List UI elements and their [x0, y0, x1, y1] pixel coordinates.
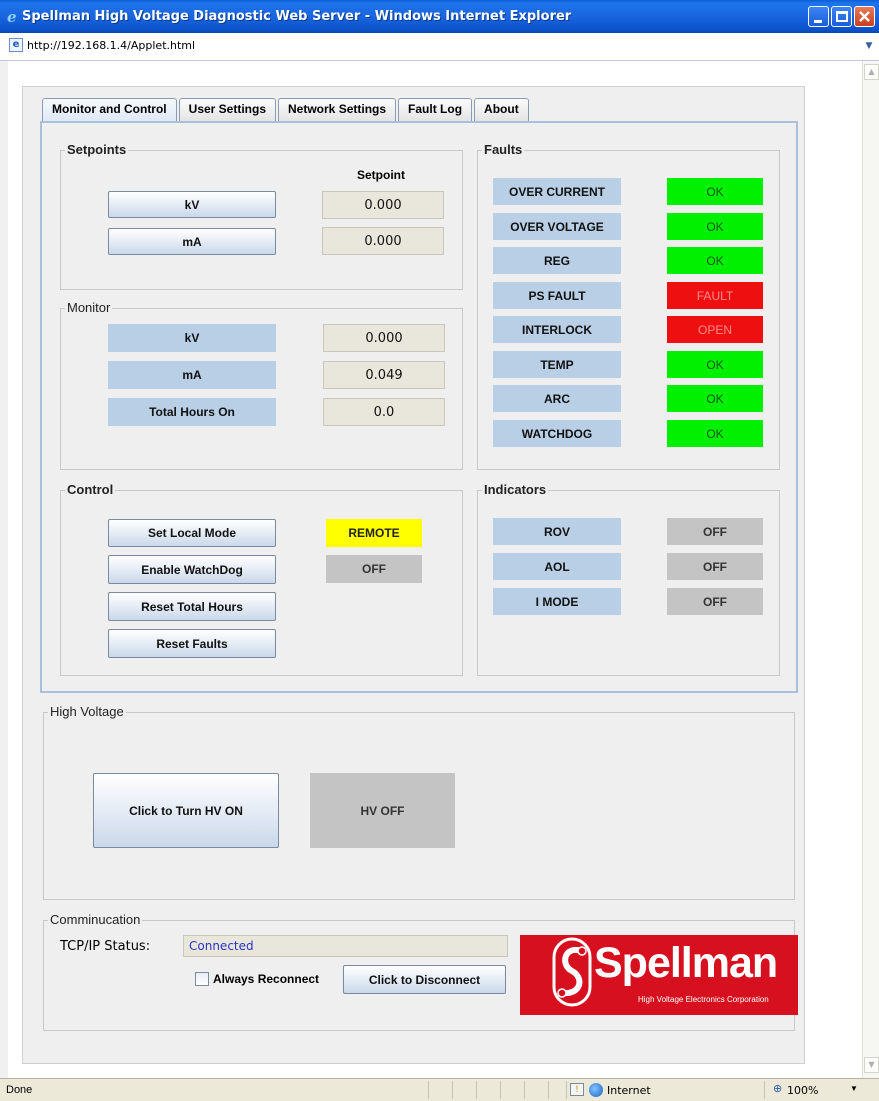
tab-user-settings[interactable]: User Settings	[178, 98, 277, 121]
fault-status: FAULT	[667, 282, 763, 309]
setpoint-column-header: Setpoint	[357, 168, 405, 182]
warning-icon[interactable]: !	[570, 1083, 584, 1096]
indicator-rov-label: ROV	[493, 518, 621, 545]
fault-status: OK	[667, 351, 763, 378]
communication-title: Comminucation	[48, 912, 143, 927]
address-url[interactable]: http://192.168.1.4/Applet.html	[27, 39, 195, 52]
tab-network-settings[interactable]: Network Settings	[278, 98, 397, 121]
monitor-kv-label: kV	[108, 324, 276, 352]
tab-bar: Monitor and Control User Settings Networ…	[42, 98, 531, 122]
logo-name: Spellman	[594, 939, 778, 987]
indicator-imode-label: I MODE	[493, 588, 621, 615]
set-local-mode-button[interactable]: Set Local Mode	[108, 519, 276, 547]
zone-cell: ! Internet	[566, 1081, 764, 1099]
svg-text:e: e	[7, 9, 17, 24]
close-button[interactable]	[854, 6, 875, 27]
reset-faults-button[interactable]: Reset Faults	[108, 629, 276, 658]
tcp-status-field: Connected	[183, 935, 508, 957]
setpoints-title: Setpoints	[65, 142, 129, 157]
status-cell	[476, 1081, 498, 1099]
fault-label: OVER VOLTAGE	[493, 213, 621, 240]
page-icon: e	[9, 38, 23, 52]
tcp-status-label: TCP/IP Status:	[60, 939, 151, 954]
fault-status: OPEN	[667, 316, 763, 343]
fault-status: OK	[667, 247, 763, 274]
fault-label: ARC	[493, 385, 621, 412]
high-voltage-title: High Voltage	[48, 704, 126, 719]
fault-status: OK	[667, 420, 763, 447]
tcp-status-value: Connected	[189, 939, 254, 953]
status-bar: Done ! Internet ⊕ 100% ▼	[0, 1078, 879, 1101]
fault-label: REG	[493, 247, 621, 274]
indicator-aol-status: OFF	[667, 553, 763, 580]
kv-setpoint-value: 0.000	[322, 191, 444, 219]
tab-about[interactable]: About	[474, 98, 529, 121]
faults-title: Faults	[482, 142, 525, 157]
ma-setpoint-button[interactable]: mA	[108, 228, 276, 255]
fault-status: OK	[667, 213, 763, 240]
kv-setpoint-button[interactable]: kV	[108, 191, 276, 218]
ma-setpoint-value: 0.000	[322, 227, 444, 255]
logo-tagline: High Voltage Electronics Corporation	[638, 995, 769, 1004]
enable-watchdog-button[interactable]: Enable WatchDog	[108, 555, 276, 584]
monitor-kv-value: 0.000	[323, 324, 445, 352]
monitor-title: Monitor	[65, 300, 113, 315]
always-reconnect-checkbox[interactable]	[195, 972, 209, 986]
monitor-total-hours-label: Total Hours On	[108, 398, 276, 426]
fault-label: WATCHDOG	[493, 420, 621, 447]
maximize-button[interactable]	[831, 6, 852, 27]
fault-label: OVER CURRENT	[493, 178, 621, 205]
status-text: Done	[6, 1084, 33, 1096]
indicator-rov-status: OFF	[667, 518, 763, 545]
fault-status: OK	[667, 178, 763, 205]
always-reconnect-label[interactable]: Always Reconnect	[213, 972, 319, 986]
scroll-up-icon[interactable]: ▲	[864, 64, 879, 80]
status-cell	[524, 1081, 546, 1099]
reset-total-hours-button[interactable]: Reset Total Hours	[108, 592, 276, 621]
fault-label: PS FAULT	[493, 282, 621, 309]
mode-status-badge: REMOTE	[326, 519, 422, 547]
status-cell	[548, 1081, 566, 1099]
monitor-ma-label: mA	[108, 361, 276, 389]
spellman-logo: Spellman High Voltage Electronics Corpor…	[520, 935, 798, 1015]
zoom-level[interactable]: 100%	[787, 1084, 818, 1097]
control-title: Control	[65, 482, 116, 497]
fault-status: OK	[667, 385, 763, 412]
watchdog-status-badge: OFF	[326, 555, 422, 583]
scroll-down-icon[interactable]: ▼	[864, 1057, 879, 1073]
tab-fault-log[interactable]: Fault Log	[398, 98, 473, 121]
zone-label: Internet	[607, 1084, 651, 1097]
address-dropdown-icon[interactable]: ▼	[862, 37, 876, 55]
fault-label: INTERLOCK	[493, 316, 621, 343]
close-icon	[859, 11, 870, 22]
zoom-cell: ⊕ 100% ▼	[764, 1081, 879, 1099]
window-title-bar: e Spellman High Voltage Diagnostic Web S…	[0, 0, 879, 33]
globe-icon	[589, 1083, 603, 1097]
indicators-title: Indicators	[482, 482, 549, 497]
vertical-scrollbar[interactable]: ▲ ▼	[862, 61, 879, 1078]
monitor-total-hours-value: 0.0	[323, 398, 445, 426]
address-bar[interactable]: e http://192.168.1.4/Applet.html ▼	[0, 33, 879, 61]
status-cell	[452, 1081, 474, 1099]
monitor-ma-value: 0.049	[323, 361, 445, 389]
zoom-dropdown-icon[interactable]: ▼	[850, 1084, 858, 1093]
internet-explorer-icon: e	[7, 9, 17, 24]
status-cell	[428, 1081, 450, 1099]
tab-monitor-and-control[interactable]: Monitor and Control	[42, 98, 177, 122]
indicator-imode-status: OFF	[667, 588, 763, 615]
fault-label: TEMP	[493, 351, 621, 378]
turn-hv-on-button[interactable]: Click to Turn HV ON	[93, 773, 279, 848]
status-cell	[500, 1081, 522, 1099]
indicator-aol-label: AOL	[493, 553, 621, 580]
disconnect-button[interactable]: Click to Disconnect	[343, 965, 506, 994]
window-title: Spellman High Voltage Diagnostic Web Ser…	[22, 9, 572, 24]
zoom-icon[interactable]: ⊕	[773, 1082, 782, 1095]
hv-status-indicator: HV OFF	[310, 773, 455, 848]
minimize-button[interactable]	[808, 6, 829, 27]
